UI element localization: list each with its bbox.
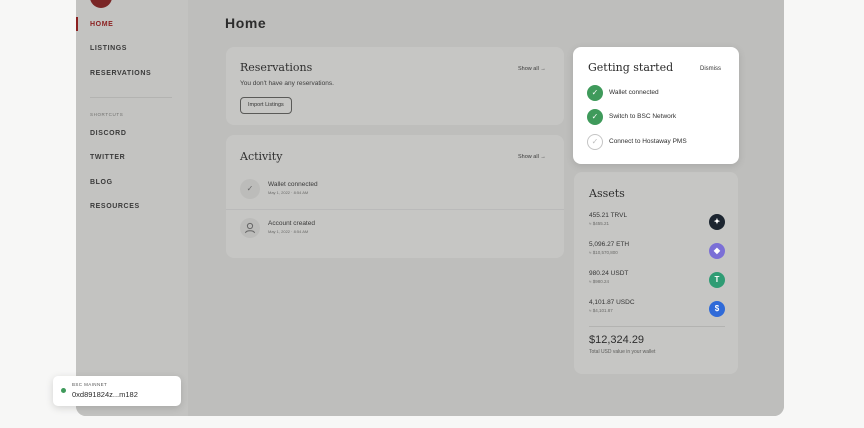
checklist-label: Connect to Hostaway PMS	[609, 138, 687, 145]
asset-usd-value: ≈ $10,570,800	[589, 250, 618, 255]
sidebar-divider	[90, 97, 172, 98]
shortcuts-label: SHORTCUTS	[90, 112, 124, 117]
check-icon: ✓	[587, 85, 603, 101]
asset-usd-value: ≈ $4,101.87	[589, 308, 613, 313]
page-title: Home	[225, 15, 267, 31]
activity-item: Account created May 1, 2022 · 8:54 AM	[226, 209, 564, 246]
unchecked-icon: ✓	[587, 134, 603, 150]
reservations-show-all-link[interactable]: Show all →	[518, 66, 546, 72]
activity-date: May 1, 2022 · 8:54 AM	[268, 190, 309, 195]
asset-amount: 980.24 USDT	[589, 270, 629, 277]
assets-card: Assets 455.21 TRVL ≈ $455.21 ✦ 5,096.27 …	[574, 172, 738, 374]
asset-amount: 455.21 TRVL	[589, 212, 628, 219]
asset-row: 5,096.27 ETH ≈ $10,570,800 ◆	[589, 241, 725, 263]
user-icon	[240, 218, 260, 238]
asset-amount: 5,096.27 ETH	[589, 241, 630, 248]
getting-started-title: Getting started	[588, 61, 674, 74]
assets-total-label: Total USD value in your wallet	[589, 349, 656, 355]
sidebar-item-discord[interactable]: DISCORD	[90, 130, 126, 137]
active-indicator	[76, 17, 78, 31]
activity-text: Wallet connected	[268, 181, 318, 188]
assets-divider	[589, 326, 725, 327]
sidebar-item-home[interactable]: HOME	[90, 21, 113, 28]
sidebar-item-listings[interactable]: LISTINGS	[90, 45, 127, 52]
asset-row: 4,101.87 USDC ≈ $4,101.87 $	[589, 299, 725, 321]
network-badge[interactable]: BSC MAINNET 0xd891824z...m182	[53, 376, 181, 406]
check-icon: ✓	[240, 179, 260, 199]
sidebar: HOME LISTINGS RESERVATIONS SHORTCUTS DIS…	[76, 0, 188, 416]
asset-amount: 4,101.87 USDC	[589, 299, 635, 306]
activity-show-all-link[interactable]: Show all →	[518, 154, 546, 160]
activity-text: Account created	[268, 220, 315, 227]
assets-title: Assets	[589, 187, 625, 200]
status-dot-icon	[61, 388, 66, 393]
activity-date: May 1, 2022 · 8:54 AM	[268, 229, 309, 234]
dismiss-button[interactable]: Dismiss	[700, 66, 721, 72]
asset-usd-value: ≈ $980.24	[589, 279, 609, 284]
sidebar-item-twitter[interactable]: TWITTER	[90, 154, 125, 161]
reservations-empty-text: You don't have any reservations.	[240, 80, 334, 87]
asset-row: 980.24 USDT ≈ $980.24 T	[589, 270, 725, 292]
import-listings-button[interactable]: Import Listings	[240, 97, 292, 114]
reservations-card: Reservations Show all → You don't have a…	[226, 47, 564, 125]
usdt-icon: T	[709, 272, 725, 288]
checklist-label: Switch to BSC Network	[609, 113, 677, 120]
check-icon: ✓	[587, 109, 603, 125]
getting-started-card: Getting started Dismiss ✓ Wallet connect…	[573, 47, 739, 164]
network-label: BSC MAINNET	[72, 382, 108, 387]
activity-card: Activity Show all → ✓ Wallet connected M…	[226, 135, 564, 258]
sidebar-item-reservations[interactable]: RESERVATIONS	[90, 70, 151, 77]
sidebar-item-blog[interactable]: BLOG	[90, 179, 113, 186]
activity-title: Activity	[240, 150, 283, 163]
trvl-icon: ✦	[709, 214, 725, 230]
wallet-address: 0xd891824z...m182	[72, 390, 138, 399]
checklist-label: Wallet connected	[609, 89, 659, 96]
asset-row: 455.21 TRVL ≈ $455.21 ✦	[589, 212, 725, 234]
logo	[90, 0, 112, 8]
asset-usd-value: ≈ $455.21	[589, 221, 609, 226]
eth-icon: ◆	[709, 243, 725, 259]
reservations-title: Reservations	[240, 61, 313, 74]
sidebar-item-resources[interactable]: RESOURCES	[90, 203, 140, 210]
usdc-icon: $	[709, 301, 725, 317]
assets-total: $12,324.29	[589, 334, 645, 346]
activity-item: ✓ Wallet connected May 1, 2022 · 8:54 AM	[226, 171, 564, 208]
